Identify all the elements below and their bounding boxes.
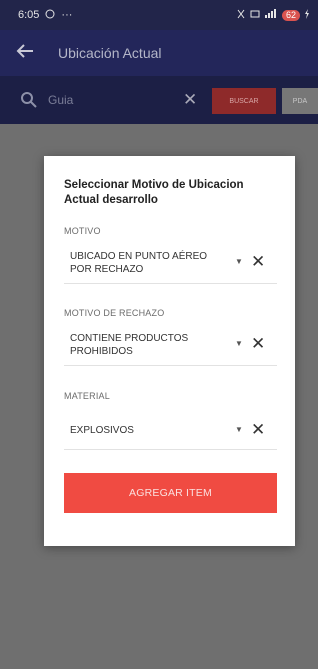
motivo-rechazo-select[interactable]: CONTIENE PRODUCTOS PROHIBIDOS ▼ ✕ bbox=[64, 324, 277, 366]
material-value: EXPLOSIVOS bbox=[70, 425, 134, 436]
motivo-rechazo-value: CONTIENE PRODUCTOS PROHIBIDOS bbox=[70, 333, 189, 357]
clear-motivo-icon[interactable]: ✕ bbox=[251, 253, 265, 270]
add-item-button[interactable]: AGREGAR ITEM bbox=[64, 473, 277, 513]
material-select[interactable]: EXPLOSIVOS ▼ ✕ bbox=[64, 408, 277, 450]
back-arrow-icon[interactable] bbox=[16, 43, 40, 63]
more-notifications: ··· bbox=[61, 9, 73, 21]
app-bar: Ubicación Actual bbox=[0, 30, 318, 76]
dialog-title: Seleccionar Motivo de Ubicacion Actual d… bbox=[64, 179, 244, 206]
motivo-label: MOTIVO bbox=[64, 226, 101, 236]
select-reason-dialog: Seleccionar Motivo de Ubicacion Actual d… bbox=[44, 156, 295, 546]
clear-motivo-rechazo-icon[interactable]: ✕ bbox=[251, 335, 265, 352]
clear-search-icon[interactable]: ✕ bbox=[183, 91, 197, 108]
battery-icon: 62 bbox=[281, 9, 300, 21]
clock: 6:05 bbox=[18, 9, 40, 21]
buscar-button[interactable]: BUSCAR bbox=[212, 88, 276, 114]
motivo-rechazo-label: MOTIVO DE RECHAZO bbox=[64, 308, 165, 318]
clear-material-icon[interactable]: ✕ bbox=[251, 421, 265, 438]
material-label: MATERIAL bbox=[64, 391, 110, 401]
dropdown-arrow-icon[interactable]: ▼ bbox=[235, 425, 243, 434]
charging-icon bbox=[304, 8, 310, 22]
pda-button[interactable]: PDA bbox=[282, 88, 318, 114]
dropdown-arrow-icon[interactable]: ▼ bbox=[235, 339, 243, 348]
search-input[interactable]: Guia bbox=[48, 93, 168, 107]
motivo-select[interactable]: UBICADO EN PUNTO AÉREO POR RECHAZO ▼ ✕ bbox=[64, 242, 277, 284]
dropdown-arrow-icon[interactable]: ▼ bbox=[235, 257, 243, 266]
sim-icon bbox=[250, 9, 260, 22]
signal-icon bbox=[264, 8, 278, 22]
whatsapp-icon bbox=[45, 9, 55, 22]
search-icon bbox=[20, 91, 38, 109]
motivo-value: UBICADO EN PUNTO AÉREO POR RECHAZO bbox=[70, 251, 208, 275]
status-bar: 6:05 ··· 62 bbox=[0, 0, 318, 30]
phone-screen: 6:05 ··· 62 Ubicación Actual Guia ✕ BUSC… bbox=[0, 0, 318, 669]
alarm-icon bbox=[236, 9, 246, 22]
page-title: Ubicación Actual bbox=[58, 45, 162, 61]
